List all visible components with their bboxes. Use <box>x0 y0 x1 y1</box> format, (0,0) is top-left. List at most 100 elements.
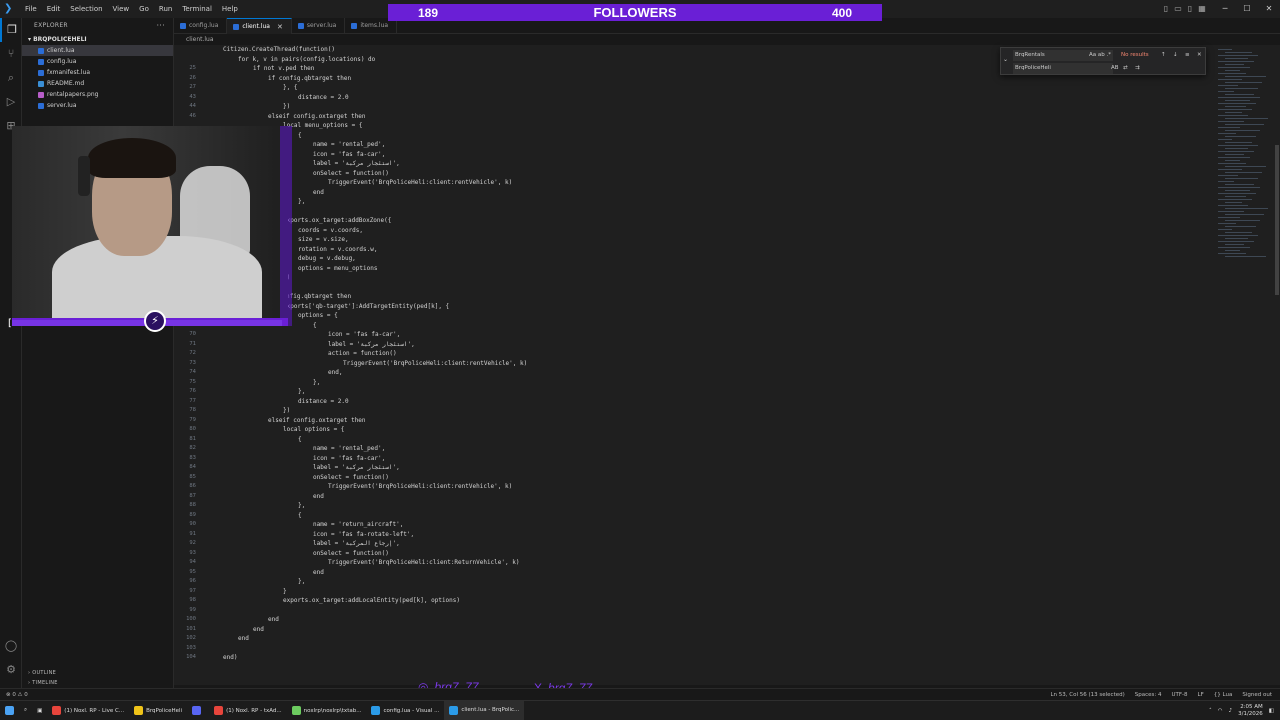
workspace-folder[interactable]: ▾ BRQPOLICEHELI <box>22 34 173 45</box>
scrollbar-thumb[interactable] <box>1275 145 1279 295</box>
code-line[interactable]: }, <box>174 197 1214 207</box>
tab-server-lua[interactable]: server.lua <box>292 18 346 34</box>
code-line[interactable]: 44}) <box>174 102 1214 112</box>
menu-run[interactable]: Run <box>154 5 177 13</box>
find-options[interactable]: Aa ab .* <box>1089 50 1111 61</box>
code-line[interactable]: exports.ox_target:addBoxZone({ <box>174 216 1214 226</box>
code-line[interactable]: label = 'استئجار مركبة', <box>174 159 1214 169</box>
code-line[interactable]: }) <box>174 273 1214 283</box>
taskbar-app[interactable]: client.lua - BrqPolic... <box>444 700 525 720</box>
code-line[interactable]: 95 end <box>174 568 1214 578</box>
volume-icon[interactable]: ♪ <box>1229 708 1233 714</box>
code-line[interactable]: 87 end <box>174 492 1214 502</box>
breadcrumb[interactable]: client.lua <box>174 35 214 45</box>
code-line[interactable]: 94 TriggerEvent('BrqPoliceHeli:client:Ret… <box>174 558 1214 568</box>
code-line[interactable]: 86 TriggerEvent('BrqPoliceHeli:client:ren… <box>174 482 1214 492</box>
code-line[interactable]: 43 distance = 2.0 <box>174 93 1214 103</box>
code-line[interactable]: 72 action = function() <box>174 349 1214 359</box>
replace-input[interactable]: BrqPoliceHeli <box>1013 63 1113 74</box>
toggle-replace-icon[interactable]: ⌄ <box>1003 56 1008 63</box>
menu-view[interactable]: View <box>108 5 135 13</box>
code-line[interactable]: 73 TriggerEvent('BrqPoliceHeli:client:ren… <box>174 359 1214 369</box>
code-line[interactable]: { <box>174 131 1214 141</box>
code-line[interactable]: 77 distance = 2.0 <box>174 397 1214 407</box>
code-line[interactable]: 46 elseif config.oxtarget then <box>174 112 1214 122</box>
code-line[interactable]: 97} <box>174 587 1214 597</box>
toggle-primary-sidebar-icon[interactable]: ▯ <box>1160 0 1172 18</box>
run-debug-icon[interactable]: ▷ <box>0 90 22 114</box>
code-line[interactable]: 83 icon = 'fas fa-car', <box>174 454 1214 464</box>
code-line[interactable]: local menu_options = { <box>174 121 1214 131</box>
menu-terminal[interactable]: Terminal <box>177 5 217 13</box>
outline-panel-header[interactable]: › OUTLINE <box>22 668 56 678</box>
wifi-icon[interactable]: ◠ <box>1218 708 1223 714</box>
menu-edit[interactable]: Edit <box>42 5 66 13</box>
taskbar-app[interactable]: noxlrp\noxlrp\txtab... <box>287 701 367 720</box>
code-line[interactable]: 74 end, <box>174 368 1214 378</box>
code-line[interactable]: coords = v.coords, <box>174 226 1214 236</box>
code-line[interactable]: 89 { <box>174 511 1214 521</box>
file-item[interactable]: fxmanifest.lua <box>22 67 173 78</box>
replace-icon[interactable]: ⇄ <box>1123 63 1128 74</box>
taskbar-app[interactable]: config.lua - Visual ... <box>366 701 444 720</box>
code-line[interactable]: 71 label = 'استئجار مركبة', <box>174 340 1214 350</box>
settings-gear-icon[interactable]: ⚙ <box>0 658 22 682</box>
close-window-button[interactable]: ✕ <box>1258 0 1280 18</box>
code-line[interactable]: icon = 'fas fa-car', <box>174 150 1214 160</box>
file-item[interactable]: README.md <box>22 78 173 89</box>
code-line[interactable]: 103 <box>174 644 1214 654</box>
taskbar-search-button[interactable]: ⌕ <box>19 701 32 720</box>
previous-match-icon[interactable]: ↑ <box>1161 50 1166 61</box>
code-line[interactable]: 78}) <box>174 406 1214 416</box>
code-line[interactable]: 91 icon = 'fas fa-rotate-left', <box>174 530 1214 540</box>
code-line[interactable]: 98 exports.ox_target:addLocalEntity(ped[k… <box>174 596 1214 606</box>
code-line[interactable] <box>174 207 1214 217</box>
code-line[interactable]: 100 end <box>174 615 1214 625</box>
start-button[interactable] <box>0 701 19 720</box>
code-line[interactable]: debug = v.debug, <box>174 254 1214 264</box>
editor-scrollbar[interactable] <box>1274 45 1280 685</box>
notifications-icon[interactable]: ◧ <box>1269 708 1274 714</box>
maximize-button[interactable]: ☐ <box>1236 0 1258 18</box>
tray-chevron-icon[interactable]: ˄ <box>1209 708 1212 714</box>
code-line[interactable]: 90 name = 'return_aircraft', <box>174 520 1214 530</box>
code-line[interactable]: 96}, <box>174 577 1214 587</box>
code-line[interactable]: 70 icon = 'fas fa-car', <box>174 330 1214 340</box>
minimap[interactable] <box>1214 45 1274 685</box>
code-line[interactable]: 102 end <box>174 634 1214 644</box>
taskbar-app[interactable]: (1) Noxl. RP - txAd... <box>209 701 287 720</box>
code-line[interactable]: 84 label = 'استئجار مركبة', <box>174 463 1214 473</box>
file-item[interactable]: config.lua <box>22 56 173 67</box>
code-line[interactable]: 93 onSelect = function() <box>174 549 1214 559</box>
tab-config-lua[interactable]: config.lua <box>174 18 228 34</box>
code-line[interactable]: 85 onSelect = function() <box>174 473 1214 483</box>
code-line[interactable]: size = v.size, <box>174 235 1214 245</box>
taskbar-app[interactable] <box>187 701 209 720</box>
code-line[interactable]: TriggerEvent('BrqPoliceHeli:client:rentV… <box>174 178 1214 188</box>
code-line[interactable]: end <box>174 188 1214 198</box>
toggle-panel-icon[interactable]: ▭ <box>1172 0 1184 18</box>
close-tab-icon[interactable]: ✕ <box>277 19 283 35</box>
code-line[interactable]: 76}, <box>174 387 1214 397</box>
file-item[interactable]: client.lua <box>22 45 173 56</box>
code-editor[interactable]: Citizen.CreateThread(function() for k, v … <box>174 45 1214 685</box>
task-view-button[interactable]: ▣ <box>32 701 47 720</box>
close-find-icon[interactable]: ✕ <box>1197 50 1202 61</box>
code-line[interactable]: exports['qb-target']:AddTargetEntity(ped… <box>174 302 1214 312</box>
code-line[interactable]: 81 { <box>174 435 1214 445</box>
code-line[interactable]: 101 end <box>174 625 1214 635</box>
tab-client-lua[interactable]: client.lua ✕ <box>227 18 292 35</box>
replace-all-icon[interactable]: ⇉ <box>1135 63 1140 74</box>
clock[interactable]: 2:05 AM 3/1/2026 <box>1238 704 1263 718</box>
menu-file[interactable]: File <box>20 5 42 13</box>
code-line[interactable]: rotation = v.coords.w, <box>174 245 1214 255</box>
file-item[interactable]: rentalpapers.png <box>22 89 173 100</box>
preserve-case-option[interactable]: AB <box>1111 63 1119 74</box>
code-line[interactable]: 104 end) <box>174 653 1214 663</box>
toggle-secondary-sidebar-icon[interactable]: ▯ <box>1184 0 1196 18</box>
search-icon[interactable]: ⌕ <box>0 66 22 90</box>
source-control-icon[interactable]: ⑂ <box>0 42 22 66</box>
code-line[interactable]: 27}, { <box>174 83 1214 93</box>
menu-help[interactable]: Help <box>217 5 243 13</box>
more-actions-icon[interactable]: ··· <box>156 18 165 34</box>
